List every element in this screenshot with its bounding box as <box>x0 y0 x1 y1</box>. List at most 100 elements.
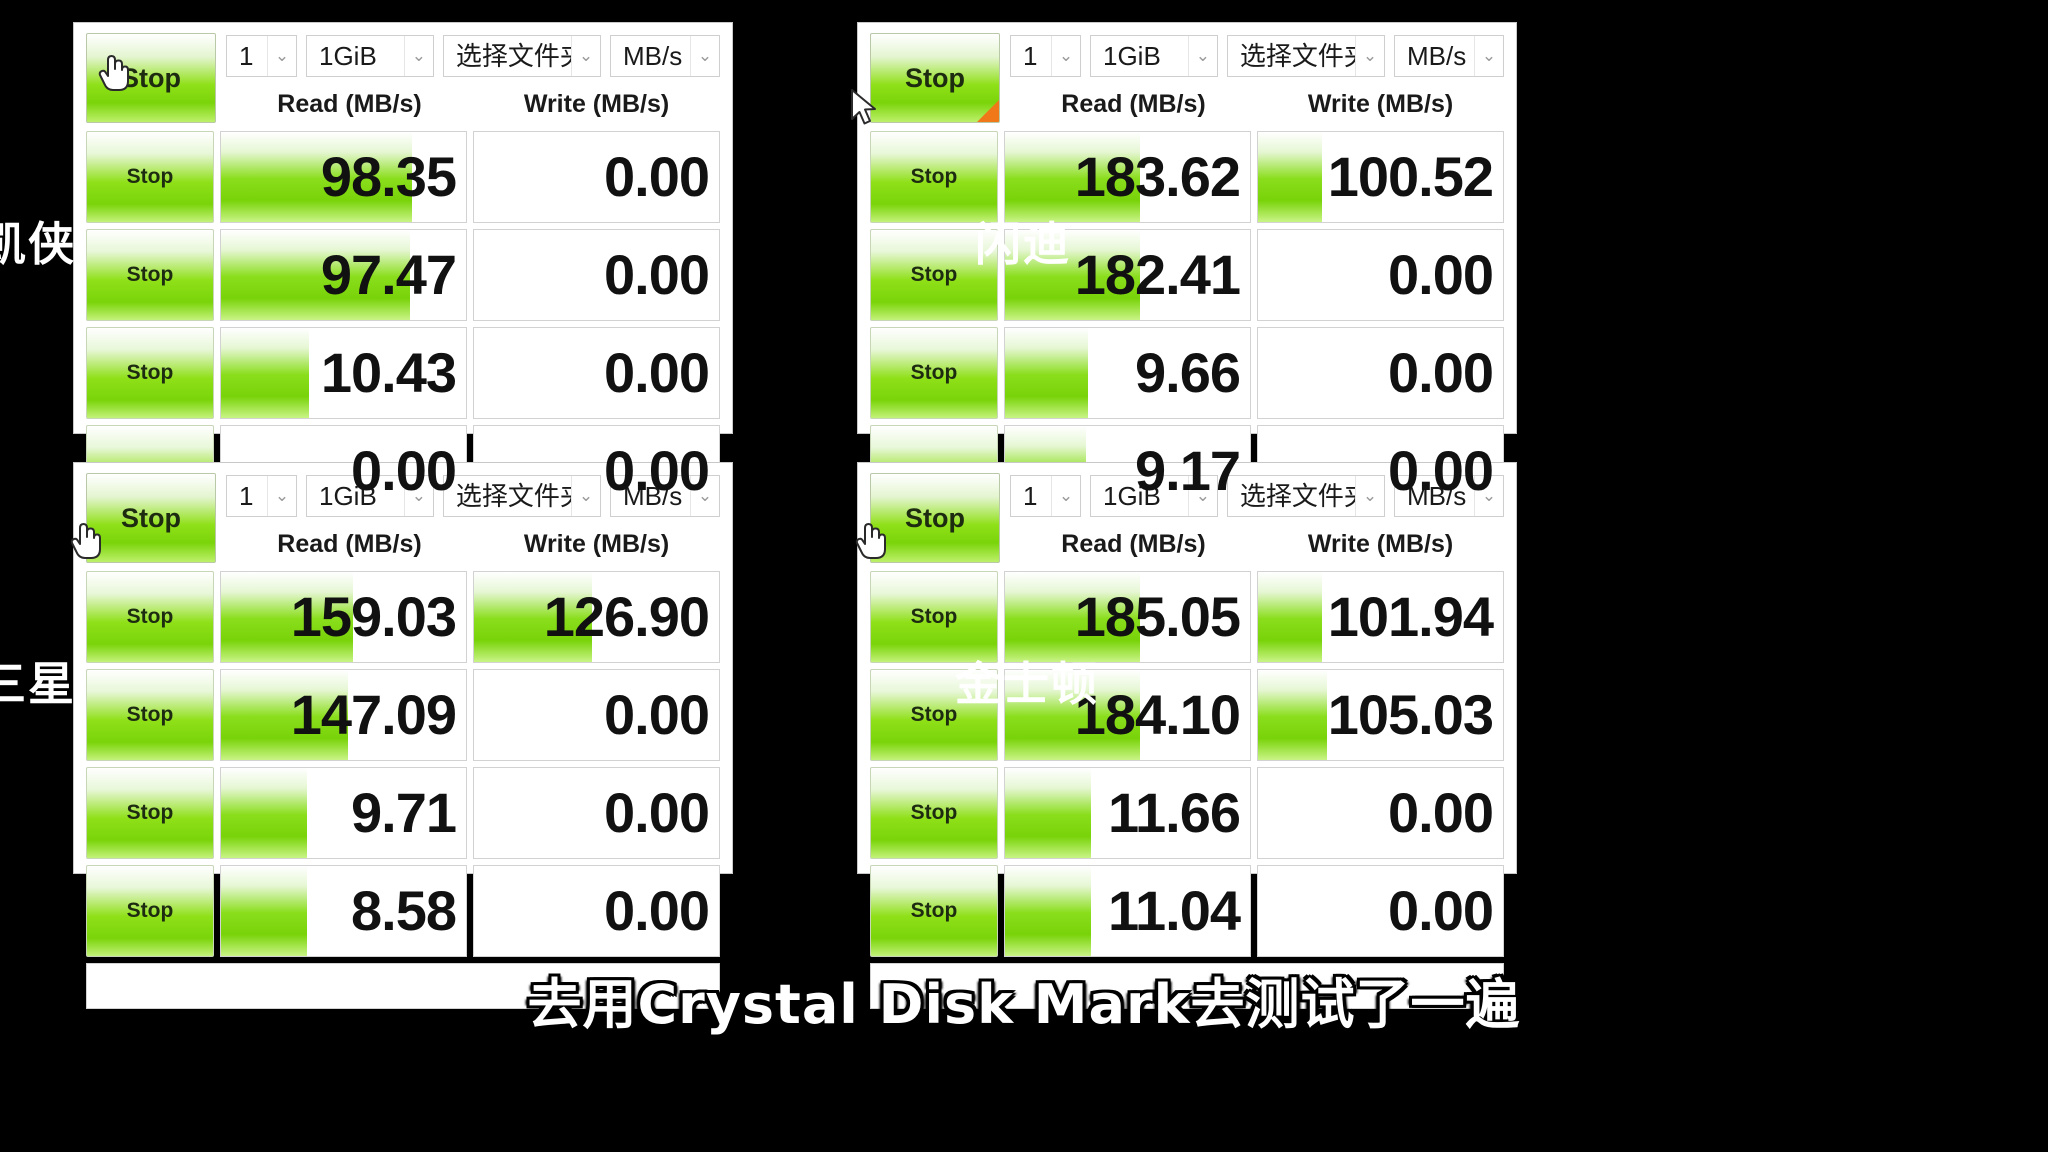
row-stop-button[interactable]: Stop <box>86 229 214 321</box>
chevron-down-icon[interactable]: ⌄ <box>1050 36 1080 76</box>
unit-value: MB/s <box>623 41 683 71</box>
settings-row: 1 ⌄ 1GiB ⌄ 选择文件夹 ⌄ MB/s ⌄ <box>1010 33 1504 79</box>
chevron-down-icon[interactable]: ⌄ <box>403 36 433 76</box>
brand-label-samsung: 三星 <box>0 657 76 711</box>
read-column-header: Read (MB/s) <box>277 529 422 558</box>
write-result-cell: 105.03 <box>1257 669 1504 761</box>
read-value: 183.62 <box>1074 145 1241 208</box>
result-row: Stop 11.04 0.00 <box>870 865 1504 957</box>
crystaldiskmark-window-samsung: Stop 1 ⌄ 1GiB ⌄ 选择文件夹 ⌄ <box>73 462 733 1009</box>
read-result-cell: 11.66 <box>1004 767 1251 859</box>
read-value: 9.71 <box>351 781 457 844</box>
test-count-select[interactable]: 1 ⌄ <box>226 475 297 517</box>
chevron-down-icon[interactable]: ⌄ <box>1187 36 1217 76</box>
progress-bar-fill <box>221 768 307 858</box>
test-count-select[interactable]: 1 ⌄ <box>226 35 297 77</box>
read-value: 9.66 <box>1135 341 1241 404</box>
write-value: 0.00 <box>604 879 710 942</box>
brand-label-kioxia: 凯侠 <box>0 217 76 271</box>
chevron-down-icon[interactable]: ⌄ <box>1050 476 1080 516</box>
test-count-select[interactable]: 1 ⌄ <box>1010 35 1081 77</box>
result-row: Stop 182.41 0.00 <box>870 229 1504 321</box>
brand-label-sandisk: 闪迪 <box>975 217 1071 271</box>
read-result-cell: 97.47 <box>220 229 467 321</box>
toolbar-controls: 1 ⌄ 1GiB ⌄ 选择文件夹 ⌄ MB/s ⌄ <box>1010 33 1504 129</box>
row-stop-button[interactable]: Stop <box>86 571 214 663</box>
result-row: Stop 10.43 0.00 <box>86 327 720 419</box>
screen-root: Stop 1 ⌄ 1GiB ⌄ 选择文件夹 ⌄ <box>0 0 2048 1152</box>
row-stop-label: Stop <box>910 165 958 188</box>
target-folder-value: 选择文件夹 <box>1239 41 1355 71</box>
read-value: 8.58 <box>351 879 457 942</box>
read-value: 9.17 <box>1135 439 1241 502</box>
read-value: 10.43 <box>320 341 457 404</box>
read-value: 97.47 <box>320 243 457 306</box>
progress-bar-fill <box>1258 670 1327 760</box>
read-column-header: Read (MB/s) <box>277 89 422 118</box>
test-count-value: 1 <box>1023 481 1038 511</box>
chevron-down-icon[interactable]: ⌄ <box>690 36 719 76</box>
row-stop-button[interactable]: Stop <box>86 767 214 859</box>
read-column-header: Read (MB/s) <box>1061 89 1206 118</box>
crystaldiskmark-window-kioxia: Stop 1 ⌄ 1GiB ⌄ 选择文件夹 ⌄ <box>73 22 733 569</box>
read-value: 185.05 <box>1074 585 1241 648</box>
chevron-down-icon[interactable]: ⌄ <box>266 476 296 516</box>
toolbar: Stop 1 ⌄ 1GiB ⌄ 选择文件夹 ⌄ <box>86 33 720 129</box>
target-folder-select[interactable]: 选择文件夹 ⌄ <box>1226 475 1385 517</box>
read-result-cell: 8.58 <box>220 865 467 957</box>
target-folder-select[interactable]: 选择文件夹 ⌄ <box>1226 35 1385 77</box>
row-stop-label: Stop <box>910 605 958 628</box>
settings-row: 1 ⌄ 1GiB ⌄ 选择文件夹 ⌄ MB/s ⌄ <box>226 33 720 79</box>
column-headers: Read (MB/s) Write (MB/s) <box>226 79 720 129</box>
test-count-select[interactable]: 1 ⌄ <box>1010 475 1081 517</box>
target-folder-select[interactable]: 选择文件夹 ⌄ <box>442 35 601 77</box>
progress-bar-fill <box>1258 572 1322 662</box>
row-stop-button[interactable]: Stop <box>86 131 214 223</box>
row-stop-button[interactable]: Stop <box>86 669 214 761</box>
row-stop-button[interactable]: Stop <box>870 767 998 859</box>
chevron-down-icon[interactable]: ⌄ <box>1355 36 1384 76</box>
chevron-down-icon[interactable]: ⌄ <box>1474 36 1503 76</box>
chevron-down-icon[interactable]: ⌄ <box>266 36 296 76</box>
unit-value: MB/s <box>1407 41 1467 71</box>
read-column-header: Read (MB/s) <box>1061 529 1206 558</box>
chevron-down-icon[interactable]: ⌄ <box>571 476 600 516</box>
target-folder-select[interactable]: 选择文件夹 ⌄ <box>442 475 601 517</box>
all-stop-button[interactable]: Stop <box>86 33 216 123</box>
progress-corner-flag-icon <box>977 100 999 122</box>
unit-select[interactable]: MB/s ⌄ <box>610 35 720 77</box>
all-stop-button[interactable]: Stop <box>870 473 1000 563</box>
row-stop-button[interactable]: Stop <box>870 865 998 957</box>
progress-bar-fill <box>1005 328 1089 418</box>
write-result-cell: 100.52 <box>1257 131 1504 223</box>
row-stop-label: Stop <box>910 899 958 922</box>
row-stop-label: Stop <box>910 703 958 726</box>
all-stop-label: Stop <box>121 62 181 93</box>
write-result-cell: 0.00 <box>1257 229 1504 321</box>
row-stop-button[interactable]: Stop <box>86 865 214 957</box>
write-value: 0.00 <box>604 243 710 306</box>
write-value: 0.00 <box>604 683 710 746</box>
read-result-cell: 147.09 <box>220 669 467 761</box>
progress-bar-fill <box>221 328 310 418</box>
write-result-cell: 0.00 <box>1257 767 1504 859</box>
chevron-down-icon[interactable]: ⌄ <box>571 36 600 76</box>
row-stop-button[interactable]: Stop <box>86 327 214 419</box>
test-count-value: 1 <box>1023 41 1038 71</box>
chevron-down-icon[interactable]: ⌄ <box>1355 476 1384 516</box>
write-value: 0.00 <box>604 145 710 208</box>
read-value: 98.35 <box>320 145 457 208</box>
row-stop-button[interactable]: Stop <box>870 327 998 419</box>
all-stop-button[interactable]: Stop <box>86 473 216 563</box>
all-stop-button[interactable]: Stop <box>870 33 1000 123</box>
write-column-header: Write (MB/s) <box>1307 529 1454 558</box>
read-value: 147.09 <box>290 683 457 746</box>
row-stop-label: Stop <box>910 263 958 286</box>
all-stop-label: Stop <box>905 62 965 93</box>
write-result-cell: 0.00 <box>473 865 720 957</box>
write-value: 100.52 <box>1327 145 1494 208</box>
read-result-cell: 10.43 <box>220 327 467 419</box>
test-size-select[interactable]: 1GiB ⌄ <box>305 35 434 77</box>
unit-select[interactable]: MB/s ⌄ <box>1394 35 1504 77</box>
test-size-select[interactable]: 1GiB ⌄ <box>1089 35 1218 77</box>
